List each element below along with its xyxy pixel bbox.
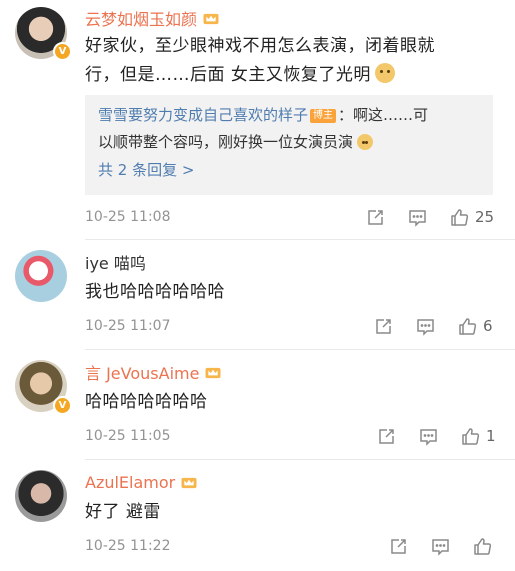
blogger-tag: 博主 [310, 109, 337, 123]
comment-text: 好家伙，至少眼神戏不用怎么表演，闭着眼就 行，但是……后面 女主又恢复了光明 [85, 32, 485, 90]
comment-text: 好了 避雷 [85, 502, 161, 522]
username-row: AzulElamor [85, 471, 198, 493]
crown-badge-icon [203, 13, 219, 24]
like-count: 1 [486, 427, 496, 445]
username-row: iye 喵呜 [85, 251, 146, 273]
crown-badge-icon [181, 477, 197, 488]
username-row: 言 JeVousAime [85, 361, 222, 383]
share-icon[interactable] [389, 537, 408, 556]
like-icon[interactable] [473, 537, 492, 556]
username[interactable]: 云梦如烟玉如颜 [85, 6, 197, 30]
username-row: 云梦如烟玉如颜 [85, 7, 220, 29]
timestamp: 10-25 11:08 [85, 209, 171, 225]
comment-actions: 1 [377, 425, 496, 447]
like-icon[interactable] [461, 427, 480, 446]
timestamp: 10-25 11:22 [85, 538, 171, 554]
comment-item: V 言 JeVousAime 哈哈哈哈哈哈哈 10-25 11:05 1 [0, 350, 515, 460]
username[interactable]: 言 JeVousAime [85, 360, 199, 384]
like-icon[interactable] [450, 208, 469, 227]
reply-text: 雪雪要努力变成自己喜欢的样子 博主 ：啊这……可 以顺带整个容吗，刚好换一位女演员演 [98, 102, 483, 156]
reply-text-content: 以顺带整个容吗，刚好换一位女演员演 [98, 133, 354, 151]
doge-emoji-icon [374, 63, 395, 83]
timestamp: 10-25 11:07 [85, 318, 171, 334]
comment-text: 哈哈哈哈哈哈哈 [85, 392, 208, 412]
reply-preview[interactable]: 雪雪要努力变成自己喜欢的样子 博主 ：啊这……可 以顺带整个容吗，刚好换一位女演员演… [85, 95, 493, 195]
like-count: 25 [475, 208, 495, 226]
verified-badge-icon: V [53, 396, 72, 415]
comment-text-line: 行，但是……后面 女主又恢复了光明 [85, 61, 485, 90]
avatar[interactable] [15, 250, 67, 302]
reply-text-content: ：啊这……可 [338, 106, 429, 124]
comment-icon[interactable] [408, 208, 427, 227]
verified-badge-icon: V [53, 42, 72, 61]
comment-item: V 云梦如烟玉如颜 好家伙，至少眼神戏不用怎么表演，闭着眼就 行，但是……后面 … [0, 0, 515, 240]
comment-item: AzulElamor 好了 避雷 10-25 11:22 [0, 460, 515, 571]
like-count: 6 [483, 317, 493, 335]
share-icon[interactable] [377, 427, 396, 446]
username[interactable]: iye 喵呜 [85, 250, 146, 274]
comment-text-line-content: 行，但是……后面 女主又恢复了光明 [85, 65, 371, 85]
share-icon[interactable] [374, 317, 393, 336]
comment-item: iye 喵呜 我也哈哈哈哈哈哈 10-25 11:07 6 [0, 240, 515, 350]
timestamp: 10-25 11:05 [85, 428, 171, 444]
comment-text: 我也哈哈哈哈哈哈 [85, 282, 225, 302]
comment-icon[interactable] [416, 317, 435, 336]
avatar[interactable] [15, 470, 67, 522]
comment-actions [389, 535, 498, 557]
comment-icon[interactable] [431, 537, 450, 556]
like-icon[interactable] [458, 317, 477, 336]
reply-author[interactable]: 雪雪要努力变成自己喜欢的样子 [98, 106, 308, 124]
comment-actions: 25 [366, 206, 494, 228]
comment-text-line: 好家伙，至少眼神戏不用怎么表演，闭着眼就 [85, 36, 435, 56]
doge-emoji-icon [357, 134, 374, 150]
comment-actions: 6 [374, 315, 493, 337]
crown-badge-icon [205, 367, 221, 378]
share-icon[interactable] [366, 208, 385, 227]
comment-icon[interactable] [419, 427, 438, 446]
view-replies-link[interactable]: 共 2 条回复 > [98, 159, 194, 180]
username[interactable]: AzulElamor [85, 473, 175, 492]
